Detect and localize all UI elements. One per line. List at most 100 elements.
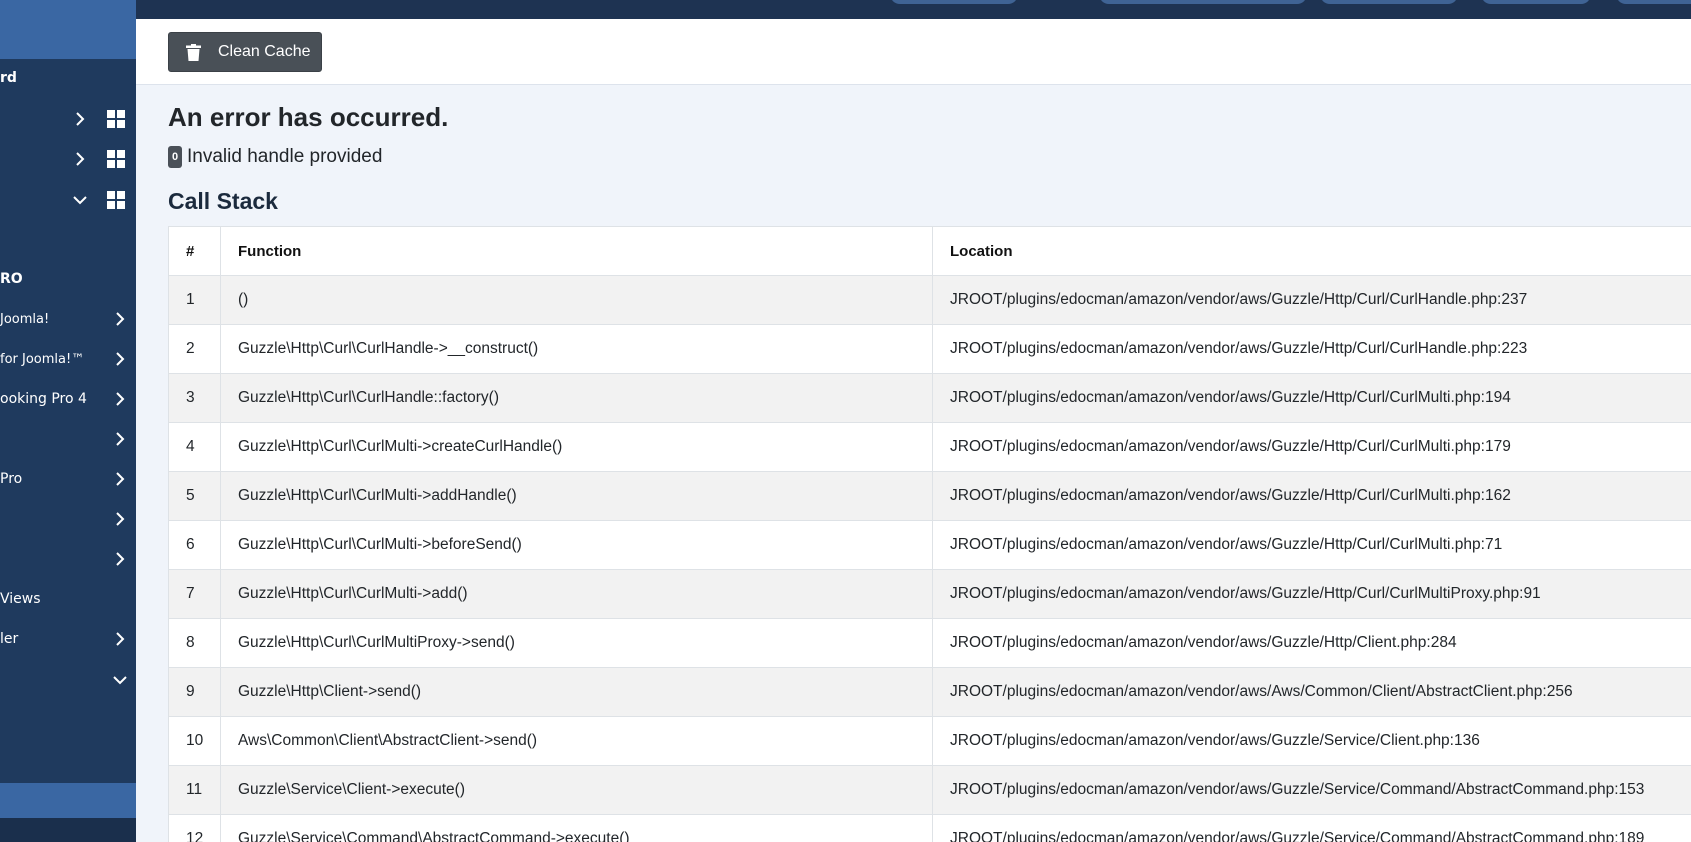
- chevron-down-icon[interactable]: [70, 190, 90, 210]
- sidebar-item-pro[interactable]: Pro: [0, 464, 136, 494]
- top-header: [136, 0, 1691, 19]
- sidebar-item-label: Pro: [0, 471, 23, 487]
- chevron-right-icon[interactable]: [110, 429, 130, 449]
- sidebar-footer: [0, 818, 136, 842]
- sidebar-item-ro[interactable]: RO: [0, 264, 136, 294]
- sidebar-item-menu-11[interactable]: [0, 544, 136, 574]
- table-row: 3 Guzzle\Http\Curl\CurlHandle::factory() J…: [168, 373, 1691, 423]
- cell-function: Guzzle\Service\Command\AbstractCommand->…: [220, 814, 933, 842]
- cell-num: 2: [168, 324, 221, 374]
- cell-function: Guzzle\Http\Curl\CurlMulti->createCurlHa…: [220, 422, 933, 472]
- chevron-right-icon[interactable]: [110, 469, 130, 489]
- header-button[interactable]: [890, 0, 1018, 4]
- sidebar-item-label: Joomla!: [0, 312, 50, 327]
- chevron-down-icon[interactable]: [110, 670, 130, 690]
- call-stack-table: # Function Location 1() JROOT/plugins/edo…: [168, 226, 1691, 842]
- sidebar-header: [0, 0, 136, 59]
- cell-function: Guzzle\Http\Curl\CurlMulti->addHandle(): [220, 471, 933, 521]
- sidebar-item-for-joomla[interactable]: for Joomla!™: [0, 344, 136, 374]
- cell-location: JROOT/plugins/edocman/amazon/vendor/aws/…: [932, 373, 1691, 423]
- chevron-right-icon[interactable]: [110, 629, 130, 649]
- sidebar-item-label: RO: [0, 271, 23, 287]
- call-stack-body: 1() JROOT/plugins/edocman/amazon/vendor/a…: [168, 275, 1691, 842]
- cell-function: (): [220, 275, 933, 325]
- sidebar-active-section[interactable]: [0, 783, 136, 818]
- cell-num: 6: [168, 520, 221, 570]
- sidebar-item-booking-pro[interactable]: ooking Pro 4: [0, 384, 136, 414]
- sidebar-item-menu-2[interactable]: [0, 144, 136, 174]
- dashboard-grid-icon[interactable]: [107, 150, 125, 168]
- table-row: 12 Guzzle\Service\Command\AbstractCommand…: [168, 814, 1691, 842]
- sidebar-item-menu-8[interactable]: [0, 424, 136, 454]
- table-row: 11 Guzzle\Service\Client->execute() JROOT/…: [168, 765, 1691, 815]
- cell-function: Guzzle\Http\Curl\CurlMulti->beforeSend(): [220, 520, 933, 570]
- cell-num: 11: [168, 765, 221, 815]
- column-header-num: #: [168, 226, 221, 276]
- cell-function: Guzzle\Http\Curl\CurlMultiProxy->send(): [220, 618, 933, 668]
- cell-location: JROOT/plugins/edocman/amazon/vendor/aws/…: [932, 471, 1691, 521]
- error-code-badge: 0: [168, 146, 182, 168]
- cell-location: JROOT/plugins/edocman/amazon/vendor/aws/…: [932, 520, 1691, 570]
- table-row: 8 Guzzle\Http\Curl\CurlMultiProxy->send()…: [168, 618, 1691, 668]
- chevron-right-icon[interactable]: [110, 309, 130, 329]
- toolbar: Clean Cache: [136, 19, 1691, 85]
- trash-icon: [186, 43, 201, 61]
- sidebar-item-menu-14[interactable]: [0, 665, 136, 695]
- table-row: 10 Aws\Common\Client\AbstractClient->send…: [168, 716, 1691, 766]
- cell-function: Guzzle\Http\Curl\CurlHandle->__construct…: [220, 324, 933, 374]
- error-message: 0 Invalid handle provided: [168, 146, 382, 168]
- chevron-right-icon[interactable]: [110, 509, 130, 529]
- chevron-right-icon[interactable]: [110, 349, 130, 369]
- sidebar-item-dashboard[interactable]: rd: [0, 63, 136, 93]
- table-row: 1() JROOT/plugins/edocman/amazon/vendor/a…: [168, 275, 1691, 325]
- clean-cache-label: Clean Cache: [218, 43, 311, 60]
- column-header-function: Function: [220, 226, 933, 276]
- table-header-row: # Function Location: [168, 226, 1691, 276]
- table-row: 9 Guzzle\Http\Client->send() JROOT/plugins…: [168, 667, 1691, 717]
- dashboard-grid-icon[interactable]: [107, 110, 125, 128]
- header-button[interactable]: [1099, 0, 1307, 4]
- sidebar-item-menu-1[interactable]: [0, 104, 136, 134]
- cell-num: 4: [168, 422, 221, 472]
- cell-location: JROOT/plugins/edocman/amazon/vendor/aws/…: [932, 275, 1691, 325]
- cell-num: 7: [168, 569, 221, 619]
- clean-cache-button[interactable]: Clean Cache: [168, 32, 322, 72]
- header-button[interactable]: [1616, 0, 1691, 4]
- cell-function: Guzzle\Http\Curl\CurlMulti->add(): [220, 569, 933, 619]
- sidebar-item-label: ooking Pro 4: [0, 391, 87, 407]
- error-message-text: Invalid handle provided: [187, 146, 383, 167]
- cell-location: JROOT/plugins/edocman/amazon/vendor/aws/…: [932, 618, 1691, 668]
- cell-location: JROOT/plugins/edocman/amazon/vendor/aws/…: [932, 716, 1691, 766]
- dashboard-grid-icon[interactable]: [107, 191, 125, 209]
- cell-function: Guzzle\Http\Curl\CurlHandle::factory(): [220, 373, 933, 423]
- cell-num: 10: [168, 716, 221, 766]
- chevron-right-icon[interactable]: [70, 149, 90, 169]
- sidebar-item-joomla[interactable]: Joomla!: [0, 304, 136, 334]
- sidebar-item-components[interactable]: [0, 185, 136, 215]
- sidebar-item-views[interactable]: Views: [0, 584, 136, 614]
- header-button[interactable]: [1481, 0, 1591, 4]
- sidebar-item-ler[interactable]: ler: [0, 624, 136, 654]
- sidebar-item-menu-10[interactable]: [0, 504, 136, 534]
- cell-function: Aws\Common\Client\AbstractClient->send(): [220, 716, 933, 766]
- table-row: 5 Guzzle\Http\Curl\CurlMulti->addHandle()…: [168, 471, 1691, 521]
- cell-location: JROOT/plugins/edocman/amazon/vendor/aws/…: [932, 569, 1691, 619]
- chevron-right-icon[interactable]: [70, 109, 90, 129]
- chevron-right-icon[interactable]: [110, 389, 130, 409]
- cell-num: 1: [168, 275, 221, 325]
- chevron-right-icon[interactable]: [110, 549, 130, 569]
- sidebar-item-label: for Joomla!™: [0, 352, 85, 367]
- error-title: An error has occurred.: [168, 102, 449, 132]
- table-row: 4 Guzzle\Http\Curl\CurlMulti->createCurlH…: [168, 422, 1691, 472]
- sidebar-item-label: ler: [0, 631, 19, 647]
- cell-location: JROOT/plugins/edocman/amazon/vendor/aws/…: [932, 422, 1691, 472]
- cell-function: Guzzle\Http\Client->send(): [220, 667, 933, 717]
- sidebar-item-label: rd: [0, 70, 17, 86]
- cell-num: 12: [168, 814, 221, 842]
- header-button[interactable]: [1320, 0, 1458, 4]
- sidebar: rd RO Joomla! for Joomla!™ ooking Pro 4 …: [0, 0, 136, 842]
- cell-function: Guzzle\Service\Client->execute(): [220, 765, 933, 815]
- sidebar-item-label: Views: [0, 591, 41, 607]
- cell-location: JROOT/plugins/edocman/amazon/vendor/aws/…: [932, 324, 1691, 374]
- table-row: 7 Guzzle\Http\Curl\CurlMulti->add() JROOT/…: [168, 569, 1691, 619]
